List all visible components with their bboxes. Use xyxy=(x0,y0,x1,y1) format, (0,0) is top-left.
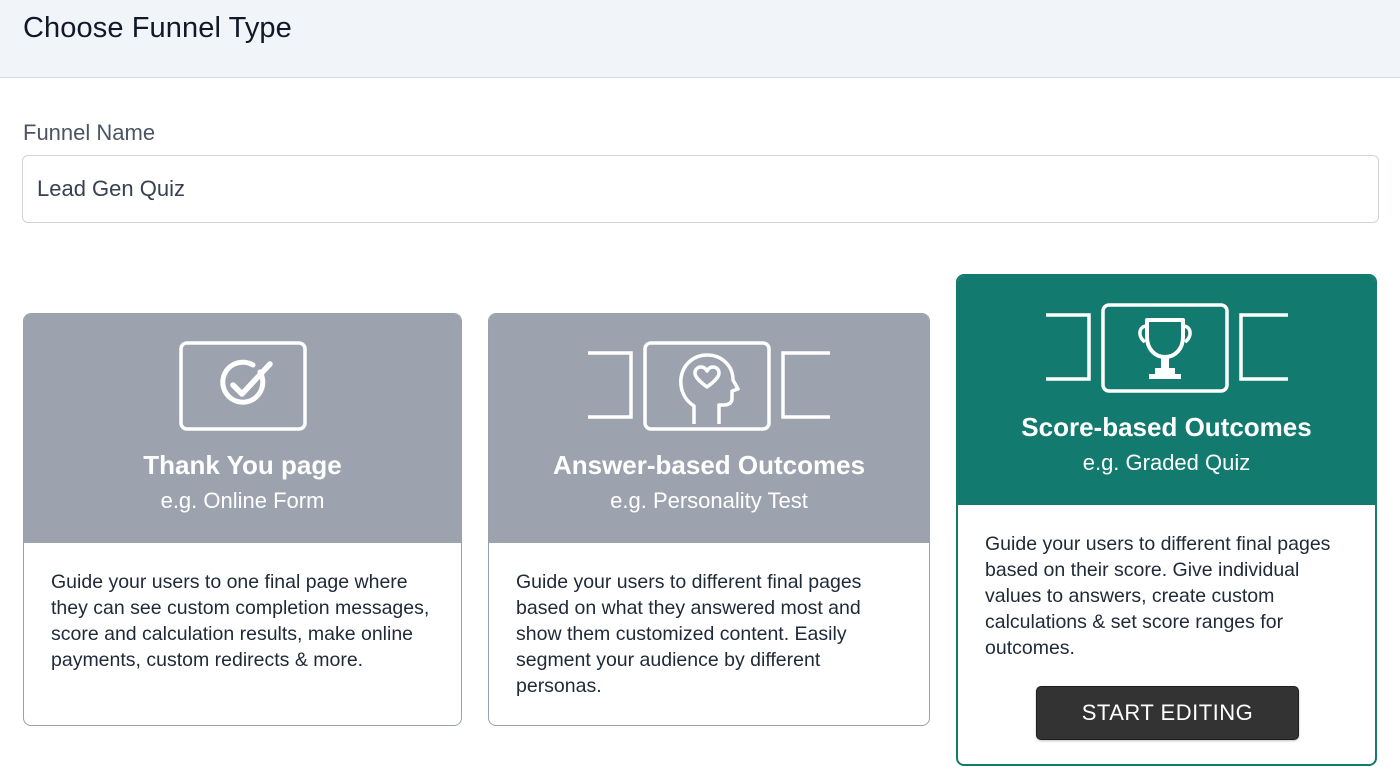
page-header: Choose Funnel Type xyxy=(0,0,1400,78)
card-title: Thank You page xyxy=(143,450,342,480)
funnel-name-label: Funnel Name xyxy=(23,120,156,145)
funnel-name-input[interactable] xyxy=(22,155,1379,223)
card-header: Thank You page e.g. Online Form xyxy=(24,314,461,543)
funnel-type-card-score-based[interactable]: Score-based Outcomes e.g. Graded Quiz Gu… xyxy=(956,274,1377,766)
card-subtitle: e.g. Personality Test xyxy=(610,488,808,513)
head-heart-icon xyxy=(588,341,830,431)
card-subtitle: e.g. Graded Quiz xyxy=(1082,450,1251,475)
card-description: Guide your users to one final page where… xyxy=(51,571,430,671)
checkmark-icon xyxy=(178,341,307,431)
card-header: Score-based Outcomes e.g. Graded Quiz xyxy=(958,276,1375,505)
funnel-type-card-thank-you[interactable]: Thank You page e.g. Online Form Guide yo… xyxy=(23,313,462,726)
page-title: Choose Funnel Type xyxy=(23,12,292,44)
card-description: Guide your users to different final page… xyxy=(516,571,862,697)
card-description: Guide your users to different final page… xyxy=(985,533,1331,659)
card-header: Answer-based Outcomes e.g. Personality T… xyxy=(489,314,929,543)
card-title: Answer-based Outcomes xyxy=(552,450,866,480)
card-title: Score-based Outcomes xyxy=(1021,412,1312,442)
card-subtitle: e.g. Online Form xyxy=(160,488,325,513)
funnel-type-card-answer-based[interactable]: Answer-based Outcomes e.g. Personality T… xyxy=(488,313,930,726)
trophy-icon xyxy=(1045,303,1288,393)
start-editing-button[interactable]: START EDITING xyxy=(1036,686,1299,740)
